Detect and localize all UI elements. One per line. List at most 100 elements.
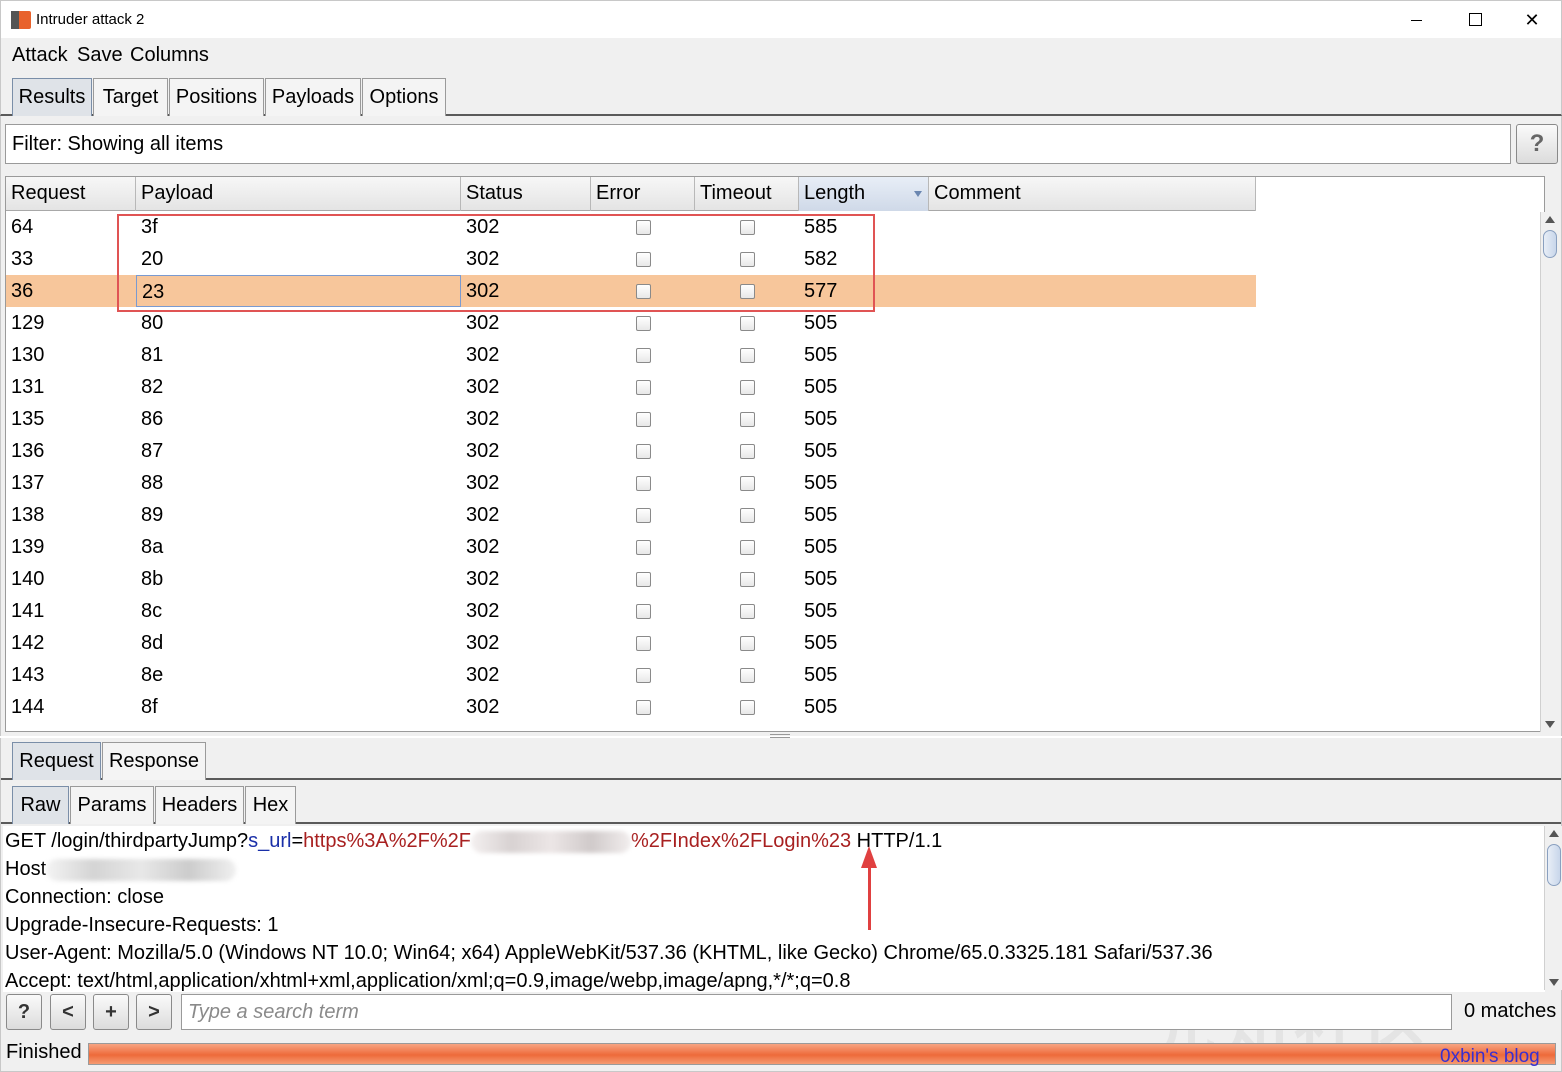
editor-scrollbar[interactable] — [1544, 826, 1562, 990]
table-row[interactable]: 139 8a 302 505 — [6, 531, 1256, 563]
scroll-up-icon[interactable] — [1545, 216, 1555, 223]
raw-request-editor[interactable]: GET /login/thirdpartyJump?s_url=https%3A… — [3, 826, 1545, 992]
cell-request: 135 — [11, 408, 45, 430]
menu-attack[interactable]: Attack — [12, 44, 68, 67]
header-line: User-Agent: Mozilla/5.0 (Windows NT 10.0… — [5, 942, 1213, 964]
error-checkbox — [636, 380, 651, 395]
table-row[interactable]: 136 87 302 505 — [6, 435, 1256, 467]
timeout-checkbox — [740, 348, 755, 363]
timeout-checkbox — [740, 540, 755, 555]
table-row[interactable]: 144 8f 302 505 — [6, 691, 1256, 723]
cell-status: 302 — [466, 376, 500, 398]
tab-results[interactable]: Results — [12, 78, 92, 116]
cell-length: 505 — [804, 376, 838, 398]
cell-length: 505 — [804, 600, 838, 622]
cell-payload: 86 — [141, 408, 164, 430]
editor-scroll-thumb[interactable] — [1547, 844, 1561, 886]
menu-columns[interactable]: Columns — [130, 44, 209, 67]
results-scrollbar[interactable] — [1540, 212, 1558, 732]
cell-comment — [929, 627, 1256, 659]
next-match-button[interactable]: > — [136, 994, 172, 1030]
cell-payload: 89 — [141, 504, 164, 526]
tab-payloads[interactable]: Payloads — [265, 78, 361, 116]
column-timeout[interactable]: Timeout — [695, 177, 799, 211]
timeout-checkbox — [740, 476, 755, 491]
column-length[interactable]: Length — [799, 177, 929, 211]
table-row[interactable]: 131 82 302 505 — [6, 371, 1256, 403]
previous-match-button[interactable]: < — [50, 994, 86, 1030]
editor-scroll-up-icon[interactable] — [1549, 830, 1559, 837]
view-tab-bar: Raw Params Headers Hex — [1, 782, 1561, 824]
cell-payload: 8e — [141, 664, 164, 686]
cell-comment — [929, 371, 1256, 403]
table-row[interactable]: 138 89 302 505 — [6, 499, 1256, 531]
cell-payload: 8f — [141, 696, 158, 718]
timeout-checkbox — [740, 572, 755, 587]
header-line: Accept: text/html,application/xhtml+xml,… — [5, 970, 851, 992]
column-payload[interactable]: Payload — [136, 177, 461, 211]
error-checkbox — [636, 444, 651, 459]
cell-status: 302 — [466, 632, 500, 654]
table-row[interactable]: 143 8e 302 505 — [6, 659, 1256, 691]
minimize-button[interactable] — [1387, 5, 1445, 35]
cell-status: 302 — [466, 568, 500, 590]
param-value-end: %2FIndex%2FLogin%23 — [630, 830, 852, 852]
timeout-checkbox — [740, 508, 755, 523]
column-request[interactable]: Request — [6, 177, 136, 211]
column-comment[interactable]: Comment — [929, 177, 1256, 211]
error-checkbox — [636, 412, 651, 427]
cell-request: 130 — [11, 344, 45, 366]
table-row[interactable]: 141 8c 302 505 — [6, 595, 1256, 627]
tab-request[interactable]: Request — [12, 742, 101, 780]
tab-params[interactable]: Params — [70, 786, 154, 824]
scroll-down-icon[interactable] — [1545, 721, 1555, 728]
cell-comment — [929, 691, 1256, 723]
cell-comment — [929, 211, 1256, 243]
add-search-button[interactable]: + — [93, 994, 129, 1030]
table-row[interactable]: 142 8d 302 505 — [6, 627, 1256, 659]
cell-request: 137 — [11, 472, 45, 494]
cell-payload: 8b — [141, 568, 164, 590]
tab-hex[interactable]: Hex — [245, 786, 296, 824]
editor-scroll-down-icon[interactable] — [1549, 979, 1559, 986]
filter-help-button[interactable]: ? — [1516, 124, 1558, 164]
close-button[interactable]: ✕ — [1503, 5, 1561, 35]
table-row[interactable]: 130 81 302 505 — [6, 339, 1256, 371]
tab-positions[interactable]: Positions — [169, 78, 264, 116]
cell-payload: 8a — [141, 536, 164, 558]
title-bar: Intruder attack 2 ✕ — [0, 0, 1562, 38]
table-row[interactable]: 140 8b 302 505 — [6, 563, 1256, 595]
error-checkbox — [636, 700, 651, 715]
tab-target[interactable]: Target — [93, 78, 168, 116]
sort-descending-icon — [914, 191, 922, 197]
cell-status: 302 — [466, 664, 500, 686]
param-value-start: https%3A%2F%2F — [303, 830, 471, 852]
cell-status: 302 — [466, 696, 500, 718]
filter-bar[interactable]: Filter: Showing all items — [5, 124, 1511, 164]
tab-raw[interactable]: Raw — [12, 786, 69, 824]
cell-length: 505 — [804, 568, 838, 590]
maximize-button[interactable] — [1445, 5, 1503, 35]
main-tab-bar: Results Target Positions Payloads Option… — [0, 74, 1562, 116]
timeout-checkbox — [740, 444, 755, 459]
cell-comment — [929, 307, 1256, 339]
table-row[interactable]: 137 88 302 505 — [6, 467, 1256, 499]
cell-length: 505 — [804, 632, 838, 654]
cell-status: 302 — [466, 440, 500, 462]
tab-response[interactable]: Response — [102, 742, 206, 780]
tab-options[interactable]: Options — [362, 78, 446, 116]
menu-save[interactable]: Save — [77, 44, 123, 67]
progress-fill — [89, 1044, 1555, 1064]
tab-headers[interactable]: Headers — [155, 786, 244, 824]
scroll-thumb[interactable] — [1543, 230, 1557, 258]
search-input[interactable] — [181, 994, 1452, 1030]
cell-request: 143 — [11, 664, 45, 686]
attack-status: Finished — [6, 1041, 82, 1063]
cell-request: 141 — [11, 600, 45, 622]
column-status[interactable]: Status — [461, 177, 591, 211]
table-row[interactable]: 135 86 302 505 — [6, 403, 1256, 435]
column-error[interactable]: Error — [591, 177, 695, 211]
redacted-domain — [470, 830, 631, 853]
timeout-checkbox — [740, 380, 755, 395]
search-help-button[interactable]: ? — [6, 994, 42, 1030]
